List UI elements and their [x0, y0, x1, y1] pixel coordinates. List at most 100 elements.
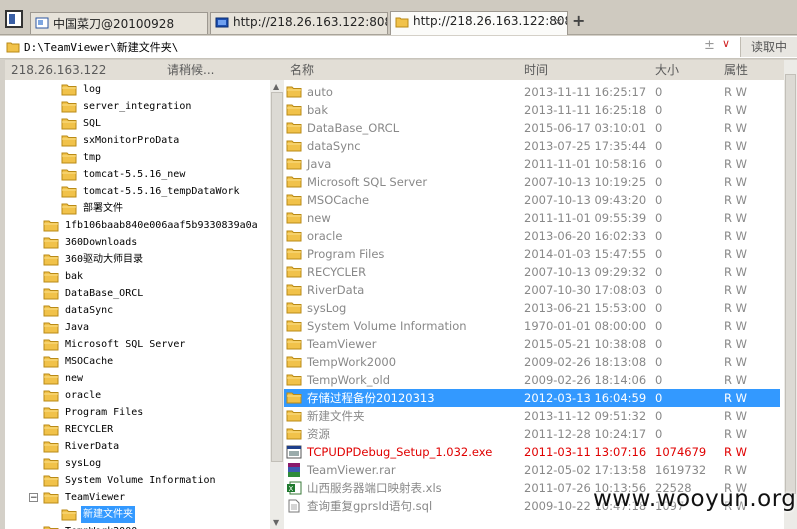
folder-row[interactable]: bak 2013-11-11 16:25:18 0 R W [284, 101, 780, 119]
file-size: 0 [655, 103, 663, 117]
file-time: 2011-11-01 09:55:39 [524, 211, 647, 225]
file-row[interactable]: TeamViewer.rar 2012-05-02 17:13:58 1619732… [284, 461, 780, 479]
file-size: 1074679 [655, 445, 707, 459]
file-attr: R W [724, 355, 748, 369]
read-button[interactable]: 读取中 [740, 37, 797, 57]
file-size: 0 [655, 283, 663, 297]
plus-minus-icon[interactable]: ± [704, 38, 715, 53]
scrollbar-thumb[interactable] [785, 74, 796, 494]
folder-row[interactable]: 存储过程备份20120313 2012-03-13 16:04:59 0 R W [284, 389, 780, 407]
file-attr: R W [724, 175, 748, 189]
status-text: 请稍候... [167, 63, 215, 77]
file-size: 0 [655, 121, 663, 135]
file-attr: R W [724, 121, 748, 135]
tree-item-label: tomcat-5.5.16_new [83, 169, 186, 180]
sql-file-icon [286, 499, 302, 518]
file-time: 2015-06-17 03:10:01 [524, 121, 647, 135]
tab-url-1[interactable]: http://218.26.163.122:8080/... [210, 12, 388, 34]
file-name: auto [307, 85, 333, 99]
tree-item-label: System Volume Information [65, 475, 216, 486]
file-time: 2007-10-13 09:29:32 [524, 265, 647, 279]
address-path[interactable]: D:\TeamViewer\新建文件夹\ [24, 39, 178, 55]
folder-row[interactable]: TempWork_old 2009-02-26 18:14:06 0 R W [284, 371, 780, 389]
file-size: 0 [655, 391, 663, 405]
close-icon[interactable]: × [554, 15, 563, 28]
chevron-down-icon[interactable]: ∨ [722, 37, 730, 50]
folder-icon [395, 17, 409, 28]
file-attr: R W [724, 301, 748, 315]
tree-item-label: RiverData [65, 441, 120, 452]
folder-row[interactable]: oracle 2013-06-20 16:02:33 0 R W [284, 227, 780, 245]
file-list-header: 名称 时间 大小 属性 [284, 60, 784, 81]
tree-item-label: MSOCache [65, 356, 114, 367]
tree-item-label: TempWork2000 [63, 523, 139, 529]
collapse-icon[interactable]: − [29, 493, 38, 503]
file-time: 2013-06-20 16:02:33 [524, 229, 647, 243]
folder-row[interactable]: 资源 2011-12-28 10:24:17 0 R W [284, 425, 780, 443]
folder-row[interactable]: new 2011-11-01 09:55:39 0 R W [284, 209, 780, 227]
file-time: 2013-11-12 09:51:32 [524, 409, 647, 423]
tab-bar: 中国菜刀@20100928 http://218.26.163.122:8080… [0, 0, 797, 35]
file-time: 2013-11-11 16:25:18 [524, 103, 647, 117]
file-size: 0 [655, 355, 663, 369]
folder-row[interactable]: 新建文件夹 2013-11-12 09:51:32 0 R W [284, 407, 780, 425]
scrollbar-thumb[interactable] [271, 92, 283, 462]
tree-item-label: TeamViewer [65, 492, 126, 503]
file-time: 2011-03-11 13:07:16 [524, 445, 647, 459]
file-size: 0 [655, 319, 663, 333]
tree-item-label: sxMonitorProData [83, 135, 180, 146]
svg-text:X: X [289, 485, 294, 493]
file-time: 2011-11-01 10:58:16 [524, 157, 647, 171]
folder-icon [43, 525, 59, 529]
tree-item-label: Program Files [65, 407, 144, 418]
file-name: 查询重复gprsId语句.sql [307, 499, 433, 513]
folder-icon [6, 42, 20, 53]
file-name: MSOCache [307, 193, 370, 207]
tree-item-label: RECYCLER [65, 424, 114, 435]
file-attr: R W [724, 139, 748, 153]
file-list[interactable]: auto 2013-11-11 16:25:17 0 R W bak 2013-11-11… [284, 80, 784, 529]
file-time: 2007-10-30 17:08:03 [524, 283, 647, 297]
window-icon[interactable] [5, 10, 23, 28]
tree-item-label: 360Downloads [65, 237, 138, 248]
address-bar[interactable]: D:\TeamViewer\新建文件夹\ ± ∨ 读取中 [0, 36, 797, 59]
tree-item-label: new [65, 373, 84, 384]
column-time[interactable]: 时间 [524, 60, 548, 80]
file-list-scrollbar[interactable] [784, 60, 797, 529]
tab-url-2[interactable]: http://218.26.163.122:8080/... × [390, 11, 568, 35]
folder-row[interactable]: Microsoft SQL Server 2007-10-13 10:19:25 0… [284, 173, 780, 191]
new-tab-button[interactable]: + [572, 13, 586, 29]
folder-row[interactable]: RiverData 2007-10-30 17:08:03 0 R W [284, 281, 780, 299]
folder-icon [43, 491, 59, 510]
folder-row[interactable]: auto 2013-11-11 16:25:17 0 R W [284, 83, 780, 101]
file-size: 0 [655, 247, 663, 261]
file-time: 2012-05-02 17:13:58 [524, 463, 647, 477]
folder-row[interactable]: sysLog 2013-06-21 15:53:00 0 R W [284, 299, 780, 317]
file-row[interactable]: TCPUDPDebug_Setup_1.032.exe 2011-03-11 13… [284, 443, 780, 461]
file-attr: R W [724, 157, 748, 171]
folder-row[interactable]: TeamViewer 2015-05-21 10:38:08 0 R W [284, 335, 780, 353]
folder-row[interactable]: TempWork2000 2009-02-26 18:13:08 0 R W [284, 353, 780, 371]
file-attr: R W [724, 247, 748, 261]
file-size: 0 [655, 229, 663, 243]
tab-caidao[interactable]: 中国菜刀@20100928 [30, 12, 208, 34]
scroll-up-icon[interactable]: ▲ [273, 82, 279, 91]
folder-row[interactable]: Program Files 2014-01-03 15:47:55 0 R W [284, 245, 780, 263]
column-size[interactable]: 大小 [655, 60, 679, 80]
folder-row[interactable]: RECYCLER 2007-10-13 09:29:32 0 R W [284, 263, 780, 281]
folder-row[interactable]: DataBase_ORCL 2015-06-17 03:10:01 0 R W [284, 119, 780, 137]
tree-item-label: Java [65, 322, 90, 333]
folder-row[interactable]: Java 2011-11-01 10:58:16 0 R W [284, 155, 780, 173]
file-attr: R W [724, 103, 748, 117]
file-attr: R W [724, 409, 748, 423]
file-name: 资源 [307, 427, 330, 441]
tree-scrollbar[interactable]: ▲ ▼ [270, 80, 284, 529]
folder-tree[interactable]: log server_integration SQL sxMonitorProData… [5, 80, 270, 529]
folder-row[interactable]: dataSync 2013-07-25 17:35:44 0 R W [284, 137, 780, 155]
column-attr[interactable]: 属性 [724, 60, 748, 80]
file-size: 0 [655, 427, 663, 441]
folder-row[interactable]: MSOCache 2007-10-13 09:43:20 0 R W [284, 191, 780, 209]
folder-row[interactable]: System Volume Information 1970-01-01 08:0… [284, 317, 780, 335]
column-name[interactable]: 名称 [290, 60, 314, 80]
scroll-down-icon[interactable]: ▼ [273, 518, 279, 527]
